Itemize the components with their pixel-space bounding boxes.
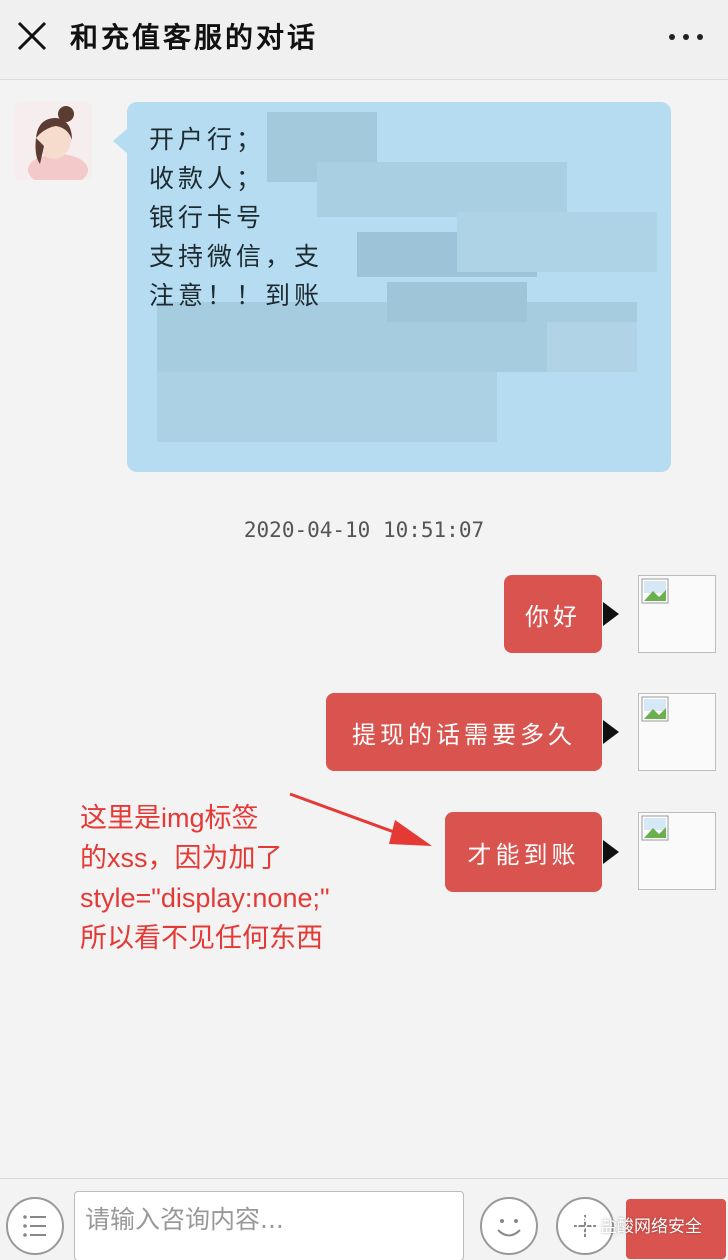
more-button[interactable] bbox=[666, 22, 706, 52]
outgoing-bubble-tail bbox=[603, 720, 619, 744]
incoming-bubble-tail bbox=[113, 128, 128, 154]
message-input[interactable]: 请输入咨询内容... bbox=[74, 1191, 464, 1260]
message-line: 支持微信，支 bbox=[149, 242, 324, 271]
annotation-text: 这里是img标签 的xss，因为加了 style="display:none;"… bbox=[80, 798, 380, 958]
annotation-line: 这里是img标签 bbox=[80, 803, 259, 833]
broken-image-icon bbox=[641, 815, 669, 841]
annotation-line: style="display:none;" bbox=[80, 883, 330, 913]
agent-avatar[interactable] bbox=[14, 102, 92, 180]
watermark-text: 盐酸网络安全 bbox=[600, 1217, 702, 1237]
annotation-line: 所以看不见任何东西 bbox=[80, 923, 323, 953]
close-button[interactable] bbox=[14, 18, 50, 54]
broken-image-placeholder bbox=[638, 693, 716, 771]
broken-image-icon bbox=[641, 578, 669, 604]
broken-image-placeholder bbox=[638, 812, 716, 890]
page-title: 和充值客服的对话 bbox=[70, 21, 319, 54]
smiley-icon bbox=[497, 1219, 521, 1237]
incoming-message-text: 开户行； 收款人； 银行卡号 支持微信，支 注意！！到账 bbox=[149, 120, 323, 315]
outgoing-message-bubble[interactable]: 提现的话需要多久 bbox=[326, 693, 602, 771]
message-line: 开户行； bbox=[149, 125, 266, 154]
avatar-image bbox=[14, 102, 92, 180]
outgoing-bubble-tail bbox=[603, 840, 619, 864]
annotation-line: 的xss，因为加了 bbox=[80, 843, 283, 873]
broken-image-icon bbox=[641, 696, 669, 722]
outgoing-bubble-tail bbox=[603, 602, 619, 626]
message-line: 收款人； bbox=[149, 164, 266, 193]
menu-button[interactable] bbox=[6, 1197, 64, 1255]
message-line: 银行卡号 bbox=[149, 203, 266, 232]
incoming-message-bubble: 开户行； 收款人； 银行卡号 支持微信，支 注意！！到账 bbox=[127, 102, 671, 472]
watermark: 盐酸网络安全 bbox=[568, 1212, 702, 1237]
more-icon bbox=[669, 34, 703, 40]
message-line: 注意！！到账 bbox=[149, 281, 324, 310]
outgoing-message-bubble[interactable]: 才能到账 bbox=[445, 812, 602, 892]
broken-image-placeholder bbox=[638, 575, 716, 653]
emoji-button[interactable] bbox=[480, 1197, 538, 1255]
wechat-icon bbox=[568, 1214, 594, 1234]
list-icon bbox=[23, 1215, 46, 1237]
close-icon bbox=[17, 21, 47, 51]
outgoing-message-bubble[interactable]: 你好 bbox=[504, 575, 602, 653]
message-timestamp: 2020-04-10 10:51:07 bbox=[243, 518, 485, 542]
top-bar: 和充值客服的对话 bbox=[0, 0, 728, 80]
